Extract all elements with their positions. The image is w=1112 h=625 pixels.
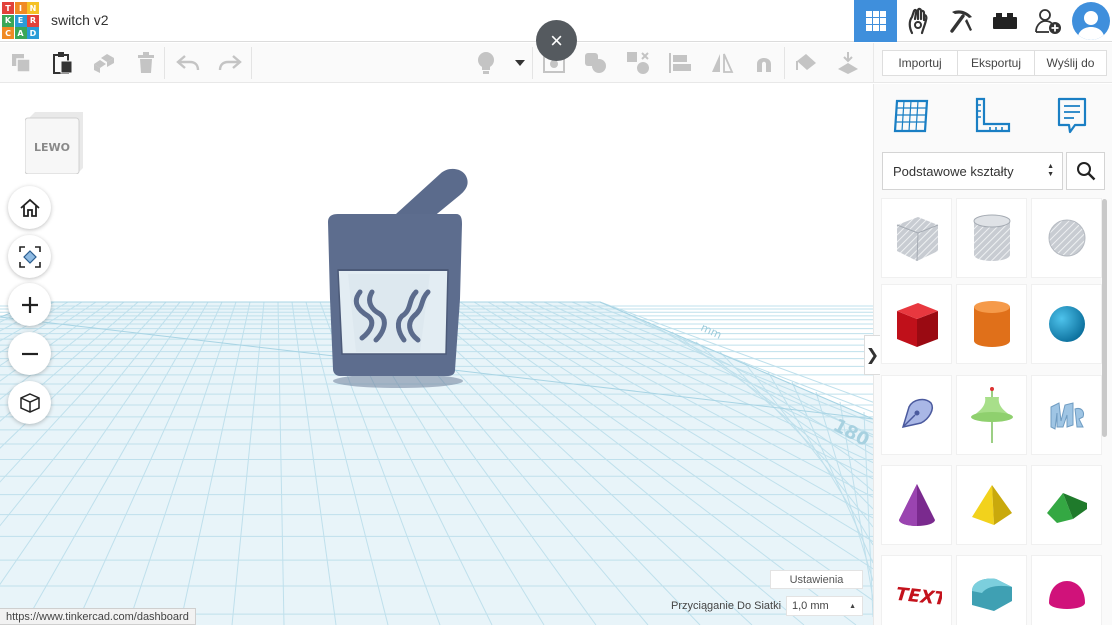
codeblocks-pickaxe-icon[interactable] xyxy=(940,0,983,42)
paste-icon[interactable] xyxy=(51,51,75,75)
ruler-icon[interactable] xyxy=(972,96,1012,136)
document-title[interactable]: switch v2 xyxy=(51,12,109,28)
3d-design-grid-icon[interactable] xyxy=(854,0,897,42)
edit-toolbar xyxy=(0,43,873,83)
close-button[interactable]: × xyxy=(536,20,577,61)
export-button[interactable]: Eksportuj xyxy=(957,50,1035,76)
cylinder-icon[interactable] xyxy=(956,284,1027,364)
undo-icon[interactable] xyxy=(176,51,200,75)
box-hole-icon[interactable] xyxy=(881,198,952,278)
copy-icon[interactable] xyxy=(9,51,33,75)
snap-grid-label: Przyciąganie Do Siatki xyxy=(671,600,782,612)
add-user-icon[interactable] xyxy=(1026,0,1069,42)
avatar-icon[interactable] xyxy=(1072,2,1110,40)
duplicate-icon[interactable] xyxy=(92,51,116,75)
cone-icon[interactable] xyxy=(881,465,952,545)
group-icon[interactable] xyxy=(584,51,608,75)
mirror-icon[interactable] xyxy=(710,51,734,75)
dropdown-caret-icon[interactable] xyxy=(508,51,532,75)
view-cube[interactable]: LEWO xyxy=(24,112,83,175)
snap-grid-value: 1,0 mm xyxy=(792,600,829,612)
fit-view-icon[interactable] xyxy=(8,235,51,278)
scribble-icon[interactable] xyxy=(881,375,952,455)
logo-letter: T xyxy=(2,2,14,14)
logo-letter: D xyxy=(27,27,39,39)
import-button[interactable]: Importuj xyxy=(882,50,958,76)
logo-letter: K xyxy=(2,14,14,27)
top-nav xyxy=(854,0,1112,42)
chevron-up-icon: ▲ xyxy=(849,602,856,610)
status-url: https://www.tinkercad.com/dashboard xyxy=(0,608,196,625)
sphere-icon[interactable] xyxy=(1031,284,1102,364)
search-button[interactable] xyxy=(1066,152,1105,190)
bricks-icon[interactable] xyxy=(983,0,1026,42)
workplane-grid[interactable]: mm 180 xyxy=(0,84,873,625)
lightbulb-icon[interactable] xyxy=(474,51,498,75)
half-cylinder-icon[interactable] xyxy=(956,555,1027,625)
box-icon[interactable] xyxy=(881,284,952,364)
drop-icon[interactable] xyxy=(836,51,860,75)
workplane-icon[interactable] xyxy=(892,96,932,136)
text-shape-icon[interactable] xyxy=(1031,375,1102,455)
paint-icon[interactable] xyxy=(794,51,818,75)
workplane-viewport[interactable]: mm 180 LEWO xyxy=(0,84,873,625)
shapes-category-value: Podstawowe kształty xyxy=(893,163,1014,179)
switch-model[interactable] xyxy=(328,168,468,388)
settings-button[interactable]: Ustawienia xyxy=(770,570,863,589)
shapes-category-select[interactable]: Podstawowe kształty ▲ ▼ xyxy=(882,152,1063,190)
home-icon[interactable] xyxy=(8,186,51,229)
view-cube-label: LEWO xyxy=(34,141,70,154)
snap-grid-select[interactable]: 1,0 mm ▲ xyxy=(786,596,863,616)
text-icon[interactable]: TEXT xyxy=(881,555,952,625)
torus-paraboloid-icon[interactable] xyxy=(956,375,1027,455)
updown-icon: ▲ ▼ xyxy=(1047,163,1054,178)
logo-letter: I xyxy=(14,2,27,14)
roof-icon[interactable] xyxy=(1031,465,1102,545)
logo-letter: E xyxy=(14,14,27,27)
logo-letter: R xyxy=(27,14,39,27)
sphere-hole-icon[interactable] xyxy=(1031,198,1102,278)
perspective-cube-icon[interactable] xyxy=(8,381,51,424)
logo-letter: A xyxy=(14,27,27,39)
delete-icon[interactable] xyxy=(134,51,158,75)
redo-icon[interactable] xyxy=(218,51,242,75)
logo-letter: N xyxy=(27,2,39,14)
align-icon[interactable] xyxy=(668,51,692,75)
file-actions: Importuj Eksportuj Wyślij do xyxy=(873,43,1112,83)
circuits-hand-icon[interactable] xyxy=(897,0,940,42)
zoom-out-icon[interactable] xyxy=(8,332,51,375)
svg-text:TEXT: TEXT xyxy=(894,584,941,610)
zoom-in-icon[interactable] xyxy=(8,283,51,326)
tinkercad-logo[interactable]: TIN KER CAD xyxy=(2,2,39,39)
half-sphere-icon[interactable] xyxy=(1031,555,1102,625)
logo-letter: C xyxy=(2,27,14,39)
shapes-scrollbar[interactable] xyxy=(1102,199,1107,437)
pyramid-icon[interactable] xyxy=(956,465,1027,545)
send-to-button[interactable]: Wyślij do xyxy=(1034,50,1107,76)
magnet-icon[interactable] xyxy=(752,51,776,75)
cylinder-hole-icon[interactable] xyxy=(956,198,1027,278)
search-icon xyxy=(1076,162,1095,181)
notes-icon[interactable] xyxy=(1052,96,1092,136)
shapes-panel: Podstawowe kształty ▲ ▼ TEXT xyxy=(873,84,1112,625)
ungroup-icon[interactable] xyxy=(626,51,650,75)
collapse-panel-button[interactable]: ❯ xyxy=(864,335,880,375)
